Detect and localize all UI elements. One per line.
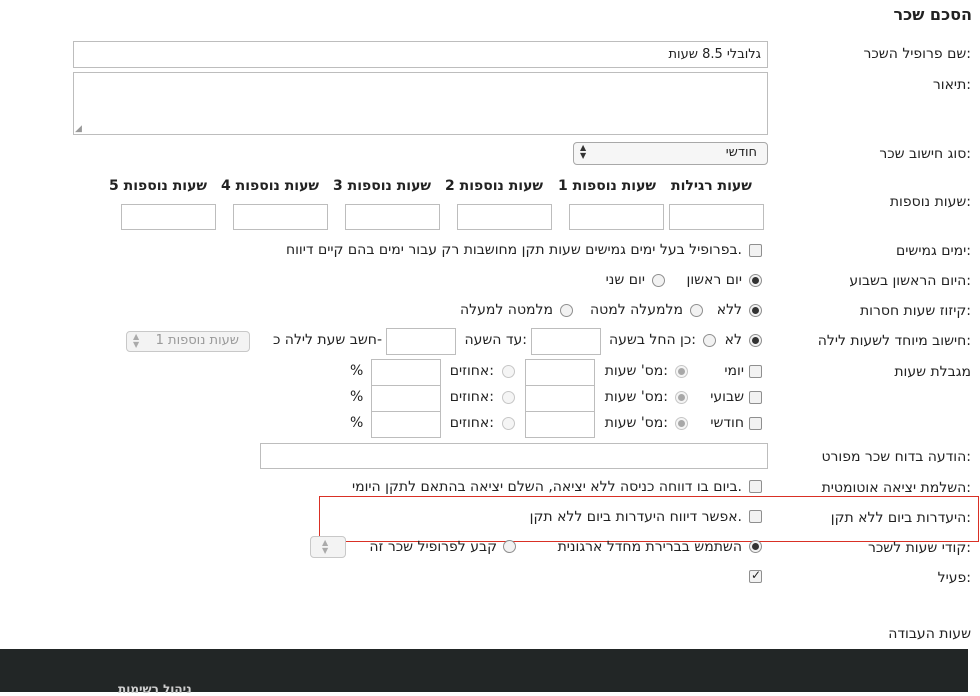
night-until-input[interactable] [386, 328, 456, 355]
limit-monthly-hours-input[interactable] [525, 411, 595, 438]
night-yes-label: כן החל בשעה: [608, 332, 696, 348]
limit-weekly-label: שבועי [710, 389, 744, 405]
limit-monthly-percent-label: אחוזים: [449, 415, 494, 431]
missing-top-down-label: מלמעלה למטה [590, 302, 683, 318]
night-calc-select[interactable]: שעות נוספות 1 ▲ ▼ [126, 331, 250, 352]
overtime-input-2[interactable] [457, 204, 552, 230]
flex-days-label: ימים גמישים: [896, 243, 971, 259]
report-msg-input[interactable] [260, 443, 768, 469]
description-textarea[interactable] [73, 72, 768, 135]
footer-link[interactable]: ניהול רשימות [118, 682, 192, 696]
night-until-label: עד השעה: [464, 332, 527, 348]
missing-hours-label: קיזוז שעות חסרות: [859, 303, 971, 319]
limit-weekly-percent-label: אחוזים: [449, 389, 494, 405]
limit-daily-hours-radio[interactable] [675, 365, 688, 378]
codes-label: קודי שעות לשכר: [867, 540, 971, 556]
auto-exit-label: השלמת יציאה אוטומטית: [821, 480, 971, 496]
missing-bottom-up-radio[interactable] [560, 304, 573, 317]
limit-daily-percent-label: אחוזים: [449, 363, 494, 379]
select-arrows-icon: ▲ ▼ [133, 332, 140, 349]
active-checkbox[interactable] [749, 568, 762, 583]
night-no-radio[interactable] [749, 334, 762, 347]
limit-monthly-percent-radio[interactable] [502, 417, 515, 430]
limit-daily-label: יומי [724, 363, 744, 379]
codes-select[interactable]: ▲ ▼ [310, 536, 346, 558]
description-label: תיאור: [932, 77, 971, 93]
limit-weekly-hours-input[interactable] [525, 385, 595, 412]
limit-monthly-checkbox[interactable] [749, 417, 762, 430]
limit-daily-hours-label: מס' שעות: [604, 363, 668, 379]
night-calc-value: שעות נוספות 1 [155, 333, 239, 348]
calc-type-value: חודשי [725, 145, 757, 160]
select-arrows-icon: ▲ ▼ [580, 143, 587, 160]
profile-name-input[interactable] [73, 41, 768, 68]
overtime-input-regular[interactable] [669, 204, 764, 230]
limit-monthly-pct-sign: % [350, 415, 364, 431]
flex-days-checkbox[interactable] [749, 244, 762, 257]
overtime-input-3[interactable] [345, 204, 440, 230]
limit-weekly-percent-input[interactable] [371, 385, 441, 412]
overtime-label: שעות נוספות: [889, 194, 971, 210]
night-calc-as-label: חשב שעת לילה כ- [272, 332, 382, 348]
limit-weekly-percent-radio[interactable] [502, 391, 515, 404]
limit-weekly-checkbox[interactable] [749, 391, 762, 404]
auto-exit-checkbox[interactable] [749, 480, 762, 493]
overtime-input-5[interactable] [121, 204, 216, 230]
limit-daily-pct-sign: % [350, 363, 364, 379]
codes-default-label: השתמש בברירת מחדל ארגונית [557, 539, 742, 555]
codes-custom-radio[interactable] [503, 540, 516, 553]
limit-weekly-hours-label: מס' שעות: [604, 389, 668, 405]
limit-monthly-label: חודשי [710, 415, 744, 431]
overtime-input-1[interactable] [569, 204, 664, 230]
limit-daily-percent-radio[interactable] [502, 365, 515, 378]
night-no-label: לא [724, 332, 742, 348]
first-day-label: היום הראשון בשבוע: [849, 273, 971, 289]
first-day-monday-radio[interactable] [652, 274, 665, 287]
first-day-monday-label: יום שני [605, 272, 645, 288]
flex-days-text: בפרופיל בעל ימים גמישים שעות תקן מחושבות… [285, 242, 742, 258]
overtime-col-regular: שעות רגילות [671, 178, 752, 194]
limit-weekly-hours-radio[interactable] [675, 391, 688, 404]
missing-none-radio[interactable] [749, 304, 762, 317]
night-yes-radio[interactable] [703, 334, 716, 347]
codes-default-radio[interactable] [749, 540, 762, 553]
limit-daily-percent-input[interactable] [371, 359, 441, 386]
select-arrows-icon: ▲ ▼ [322, 538, 329, 555]
resize-handle-icon[interactable]: ◢ [75, 124, 82, 134]
overtime-col-5: שעות נוספות 5 [109, 178, 208, 194]
overtime-input-4[interactable] [233, 204, 328, 230]
night-from-input[interactable] [531, 328, 601, 355]
missing-bottom-up-label: מלמטה למעלה [460, 302, 553, 318]
footer-bar: ניהול רשימות [0, 649, 968, 696]
profile-name-label: שם פרופיל השכר: [863, 46, 972, 62]
first-day-sunday-label: יום ראשון [686, 272, 743, 288]
limit-monthly-percent-input[interactable] [371, 411, 441, 438]
limit-daily-hours-input[interactable] [525, 359, 595, 386]
overtime-col-1: שעות נוספות 1 [558, 178, 657, 194]
limit-label: מגבלת שעות [894, 364, 971, 380]
calc-type-label: סוג חישוב שכר: [879, 146, 971, 162]
overtime-col-4: שעות נוספות 4 [221, 178, 320, 194]
night-label: חישוב מיוחד לשעות לילה: [817, 333, 971, 349]
codes-custom-label: קבע לפרופיל שכר זה [369, 539, 497, 555]
auto-exit-text: ביום בו דווחה כניסה ללא יציאה, השלם יציא… [351, 479, 742, 495]
active-label: פעיל: [937, 570, 971, 586]
limit-monthly-hours-label: מס' שעות: [604, 415, 668, 431]
limit-daily-checkbox[interactable] [749, 365, 762, 378]
work-hours-section-title: שעות העבודה [888, 626, 971, 642]
overtime-col-3: שעות נוספות 3 [333, 178, 432, 194]
missing-top-down-radio[interactable] [690, 304, 703, 317]
overtime-col-2: שעות נוספות 2 [445, 178, 544, 194]
missing-none-label: ללא [716, 302, 742, 318]
page-title: הסכם שכר [893, 5, 972, 24]
limit-monthly-hours-radio[interactable] [675, 417, 688, 430]
limit-weekly-pct-sign: % [350, 389, 364, 405]
first-day-sunday-radio[interactable] [749, 274, 762, 287]
calc-type-select[interactable]: חודשי ▲ ▼ [573, 142, 768, 165]
highlight-box [319, 496, 979, 542]
report-msg-label: הודעה בדוח שכר מפורט: [821, 449, 971, 465]
